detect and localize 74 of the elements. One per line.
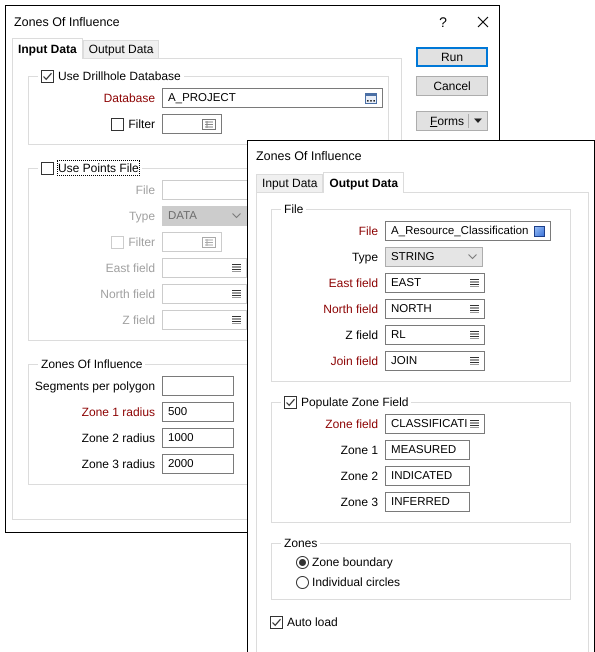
column-field[interactable]: CLASSIFICATI <box>385 414 485 434</box>
field-label: Z field <box>122 313 155 327</box>
input-field[interactable]: INFERRED <box>385 492 470 512</box>
group-checkbox[interactable] <box>284 396 297 408</box>
square-icon[interactable] <box>534 226 545 236</box>
group-title: File <box>284 202 304 216</box>
window-title: Zones Of Influence <box>256 149 363 163</box>
split-button[interactable]: Forms <box>416 111 488 131</box>
file-field[interactable]: A_Resource_Classification <box>385 221 551 241</box>
table-icon[interactable] <box>202 118 216 130</box>
chevron-icon[interactable] <box>468 254 477 260</box>
field-label: Zone 2 radius <box>82 431 155 445</box>
group-title: Zones <box>284 536 318 550</box>
column-field[interactable]: RL <box>385 325 485 345</box>
field-label: Type <box>128 209 155 223</box>
tab[interactable]: Output Data <box>323 172 404 193</box>
group-title[interactable]: Populate Zone Field <box>301 395 408 409</box>
field-label: Z field <box>345 328 378 342</box>
field-label: Type <box>352 250 378 264</box>
list-icon[interactable] <box>470 357 479 365</box>
field-label: Zone 1 <box>340 443 378 457</box>
field-label: Zone 3 <box>340 495 378 509</box>
field-label: Filter <box>128 235 155 249</box>
list-icon[interactable] <box>470 305 479 313</box>
group-title[interactable]: Use Points File <box>58 161 139 175</box>
input-field[interactable]: 500 <box>162 402 234 422</box>
field-label: Segments per polygon <box>34 379 155 393</box>
list-icon[interactable] <box>470 420 479 428</box>
tab[interactable]: Input Data <box>12 38 83 59</box>
field-label: East field <box>328 276 378 290</box>
dialog-button[interactable]: Cancel <box>416 76 488 96</box>
browse-icon[interactable] <box>365 92 377 104</box>
file-field[interactable]: A_PROJECT <box>162 88 383 108</box>
input-field[interactable]: 2000 <box>162 454 234 474</box>
radio-button[interactable] <box>296 556 309 568</box>
field-label: File <box>358 224 378 238</box>
field-label: Filter <box>128 117 155 131</box>
field-label: Database <box>104 91 155 105</box>
radio-button[interactable] <box>296 576 309 588</box>
field-label: Join field <box>330 354 378 368</box>
input-field[interactable]: INDICATED <box>385 466 470 486</box>
window-title: Zones Of Influence <box>14 15 121 29</box>
field-label: File <box>136 183 155 197</box>
field-label: Zone 2 <box>340 469 378 483</box>
field-label: North field <box>323 302 378 316</box>
field-label: Zone field <box>325 417 378 431</box>
input-field[interactable] <box>162 376 234 396</box>
radio-label: Individual circles <box>312 575 400 589</box>
group-checkbox[interactable] <box>41 162 54 174</box>
close-icon[interactable] <box>477 16 489 28</box>
list-icon[interactable] <box>470 331 479 339</box>
column-field[interactable]: JOIN <box>385 351 485 371</box>
dialog-button[interactable]: Run <box>416 47 488 67</box>
type-dropdown[interactable]: STRING <box>385 247 483 267</box>
help-button[interactable]: ? <box>433 14 453 30</box>
field-label: Zone 1 radius <box>82 405 155 419</box>
field-label: North field <box>100 287 155 301</box>
filter-field[interactable] <box>162 114 222 134</box>
input-field[interactable]: MEASURED <box>385 440 470 460</box>
checkbox-label: Auto load <box>287 615 338 629</box>
group-title[interactable]: Use Drillhole Database <box>58 69 181 83</box>
filter-checkbox[interactable] <box>111 118 124 130</box>
list-icon[interactable] <box>470 279 479 287</box>
radio-label: Zone boundary <box>312 555 393 569</box>
input-field[interactable]: 1000 <box>162 428 234 448</box>
field-label: Zone 3 radius <box>82 457 155 471</box>
field-label: East field <box>106 261 155 275</box>
auto-load-checkbox[interactable] <box>270 616 283 628</box>
tab[interactable]: Input Data <box>256 174 324 192</box>
group-title: Zones Of Influence <box>41 357 142 371</box>
column-field[interactable]: EAST <box>385 273 485 293</box>
group-checkbox[interactable] <box>41 70 54 82</box>
column-field[interactable]: NORTH <box>385 299 485 319</box>
tab[interactable]: Output Data <box>82 40 160 58</box>
